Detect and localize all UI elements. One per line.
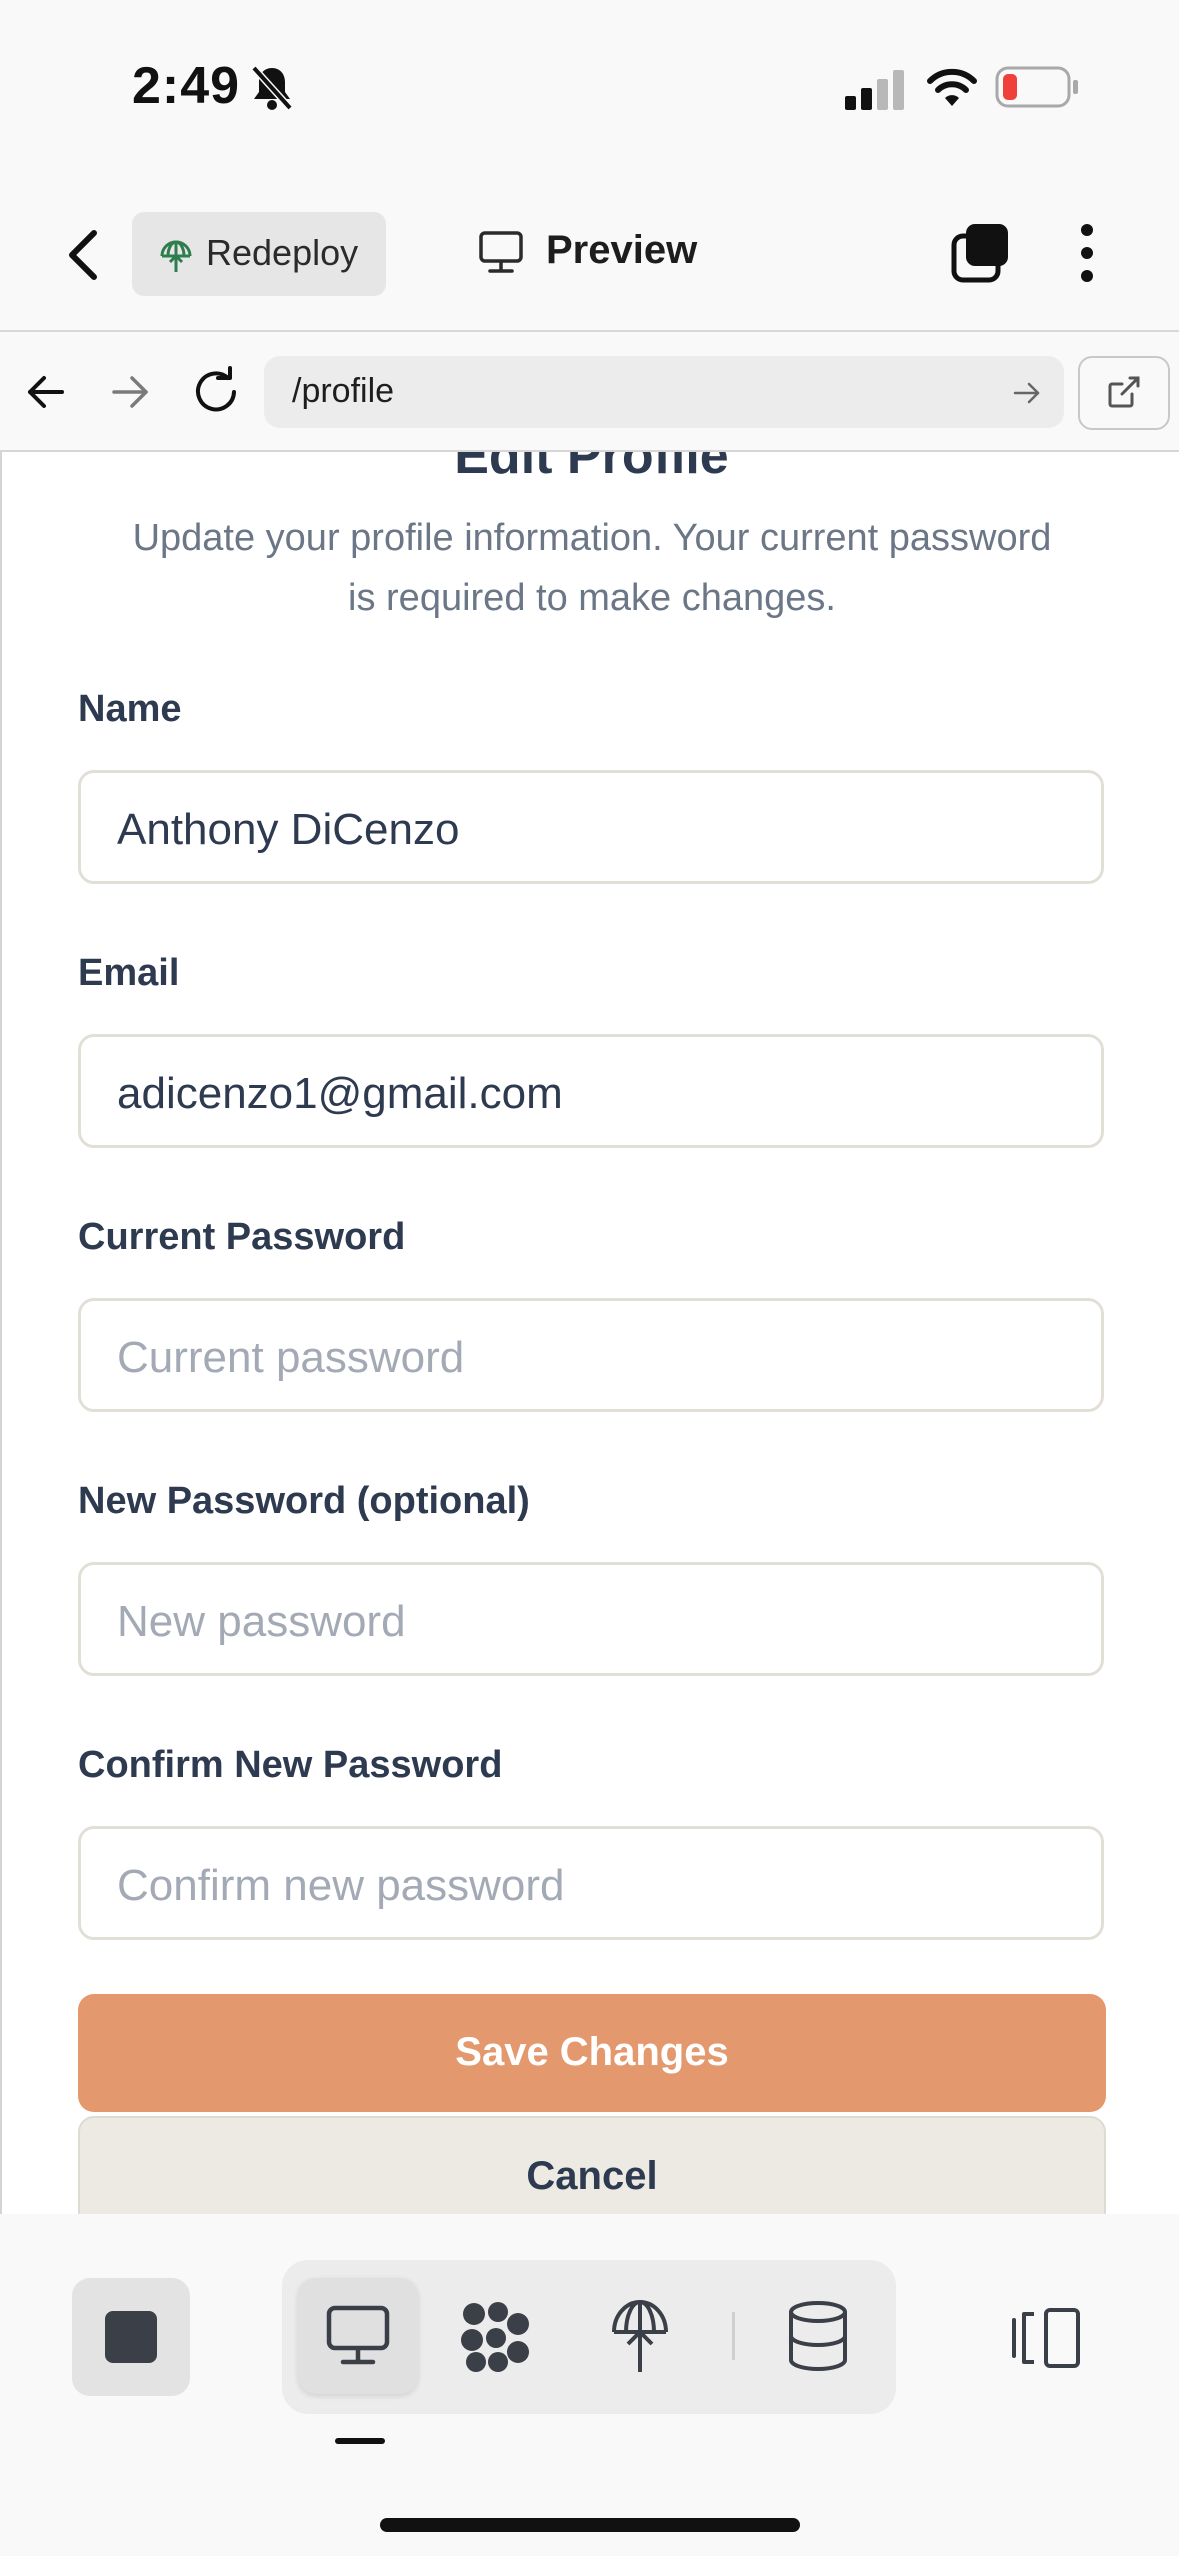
monitor-icon [479,231,523,273]
cancel-label: Cancel [526,2154,658,2198]
battery-low-icon [995,66,1078,108]
arrow-left-icon[interactable] [24,370,68,414]
database-icon[interactable] [786,2300,850,2372]
save-changes-button[interactable]: Save Changes [78,1994,1106,2112]
wifi-icon [927,68,977,106]
page-subtitle: Update your profile information. Your cu… [132,517,1052,619]
more-vertical-icon[interactable] [1072,222,1102,284]
new-password-label: New Password (optional) [78,1480,530,1522]
desktop-view-icon [326,2305,390,2365]
arrow-right-icon[interactable] [108,370,152,414]
cellular-signal-icon [845,70,904,110]
email-value: adicenzo1@gmail.com [117,1069,563,1118]
preview-frame: Edit Profile Update your profile informa… [0,452,1179,2214]
toolbar-divider [732,2312,735,2360]
stop-button[interactable] [72,2278,190,2396]
name-value: Anthony DiCenzo [117,805,460,854]
panel-toggle-icon[interactable] [1010,2306,1082,2370]
desktop-view-button[interactable] [298,2278,418,2394]
network-icon[interactable] [458,2300,532,2374]
back-chevron-icon[interactable] [60,225,110,285]
home-indicator[interactable] [380,2518,800,2532]
view-switcher [282,2260,896,2414]
deploy-icon[interactable] [610,2296,670,2376]
active-view-indicator [335,2438,385,2444]
redeploy-button[interactable]: Redeploy [132,212,386,296]
stop-icon [105,2311,157,2363]
redeploy-icon [160,240,192,272]
reload-icon[interactable] [190,366,242,418]
redeploy-label: Redeploy [206,232,359,273]
tabs-icon[interactable] [950,222,1012,284]
preview-label: Preview [546,228,698,272]
current-password-placeholder: Current password [117,1333,465,1382]
current-password-label: Current Password [78,1216,406,1258]
open-external-icon [1108,376,1140,408]
open-external-button[interactable] [1078,356,1170,430]
go-arrow-icon[interactable] [1012,378,1042,408]
bell-slash-icon [251,65,293,111]
email-field[interactable]: adicenzo1@gmail.com [78,1034,1104,1148]
confirm-password-label: Confirm New Password [78,1744,503,1786]
new-password-placeholder: New password [117,1597,406,1646]
name-field[interactable]: Anthony DiCenzo [78,770,1104,884]
new-password-field[interactable]: New password [78,1562,1104,1676]
current-password-field[interactable]: Current password [78,1298,1104,1412]
url-field[interactable]: /profile [264,356,1064,428]
confirm-password-field[interactable]: Confirm new password [78,1826,1104,1940]
confirm-password-placeholder: Confirm new password [117,1861,565,1910]
name-label: Name [78,688,182,730]
save-changes-label: Save Changes [455,2030,729,2074]
url-text: /profile [292,372,395,410]
page-title: Edit Profile [454,452,729,485]
cancel-button[interactable]: Cancel [78,2116,1106,2214]
status-time: 2:49 [132,57,241,115]
email-label: Email [78,952,180,994]
